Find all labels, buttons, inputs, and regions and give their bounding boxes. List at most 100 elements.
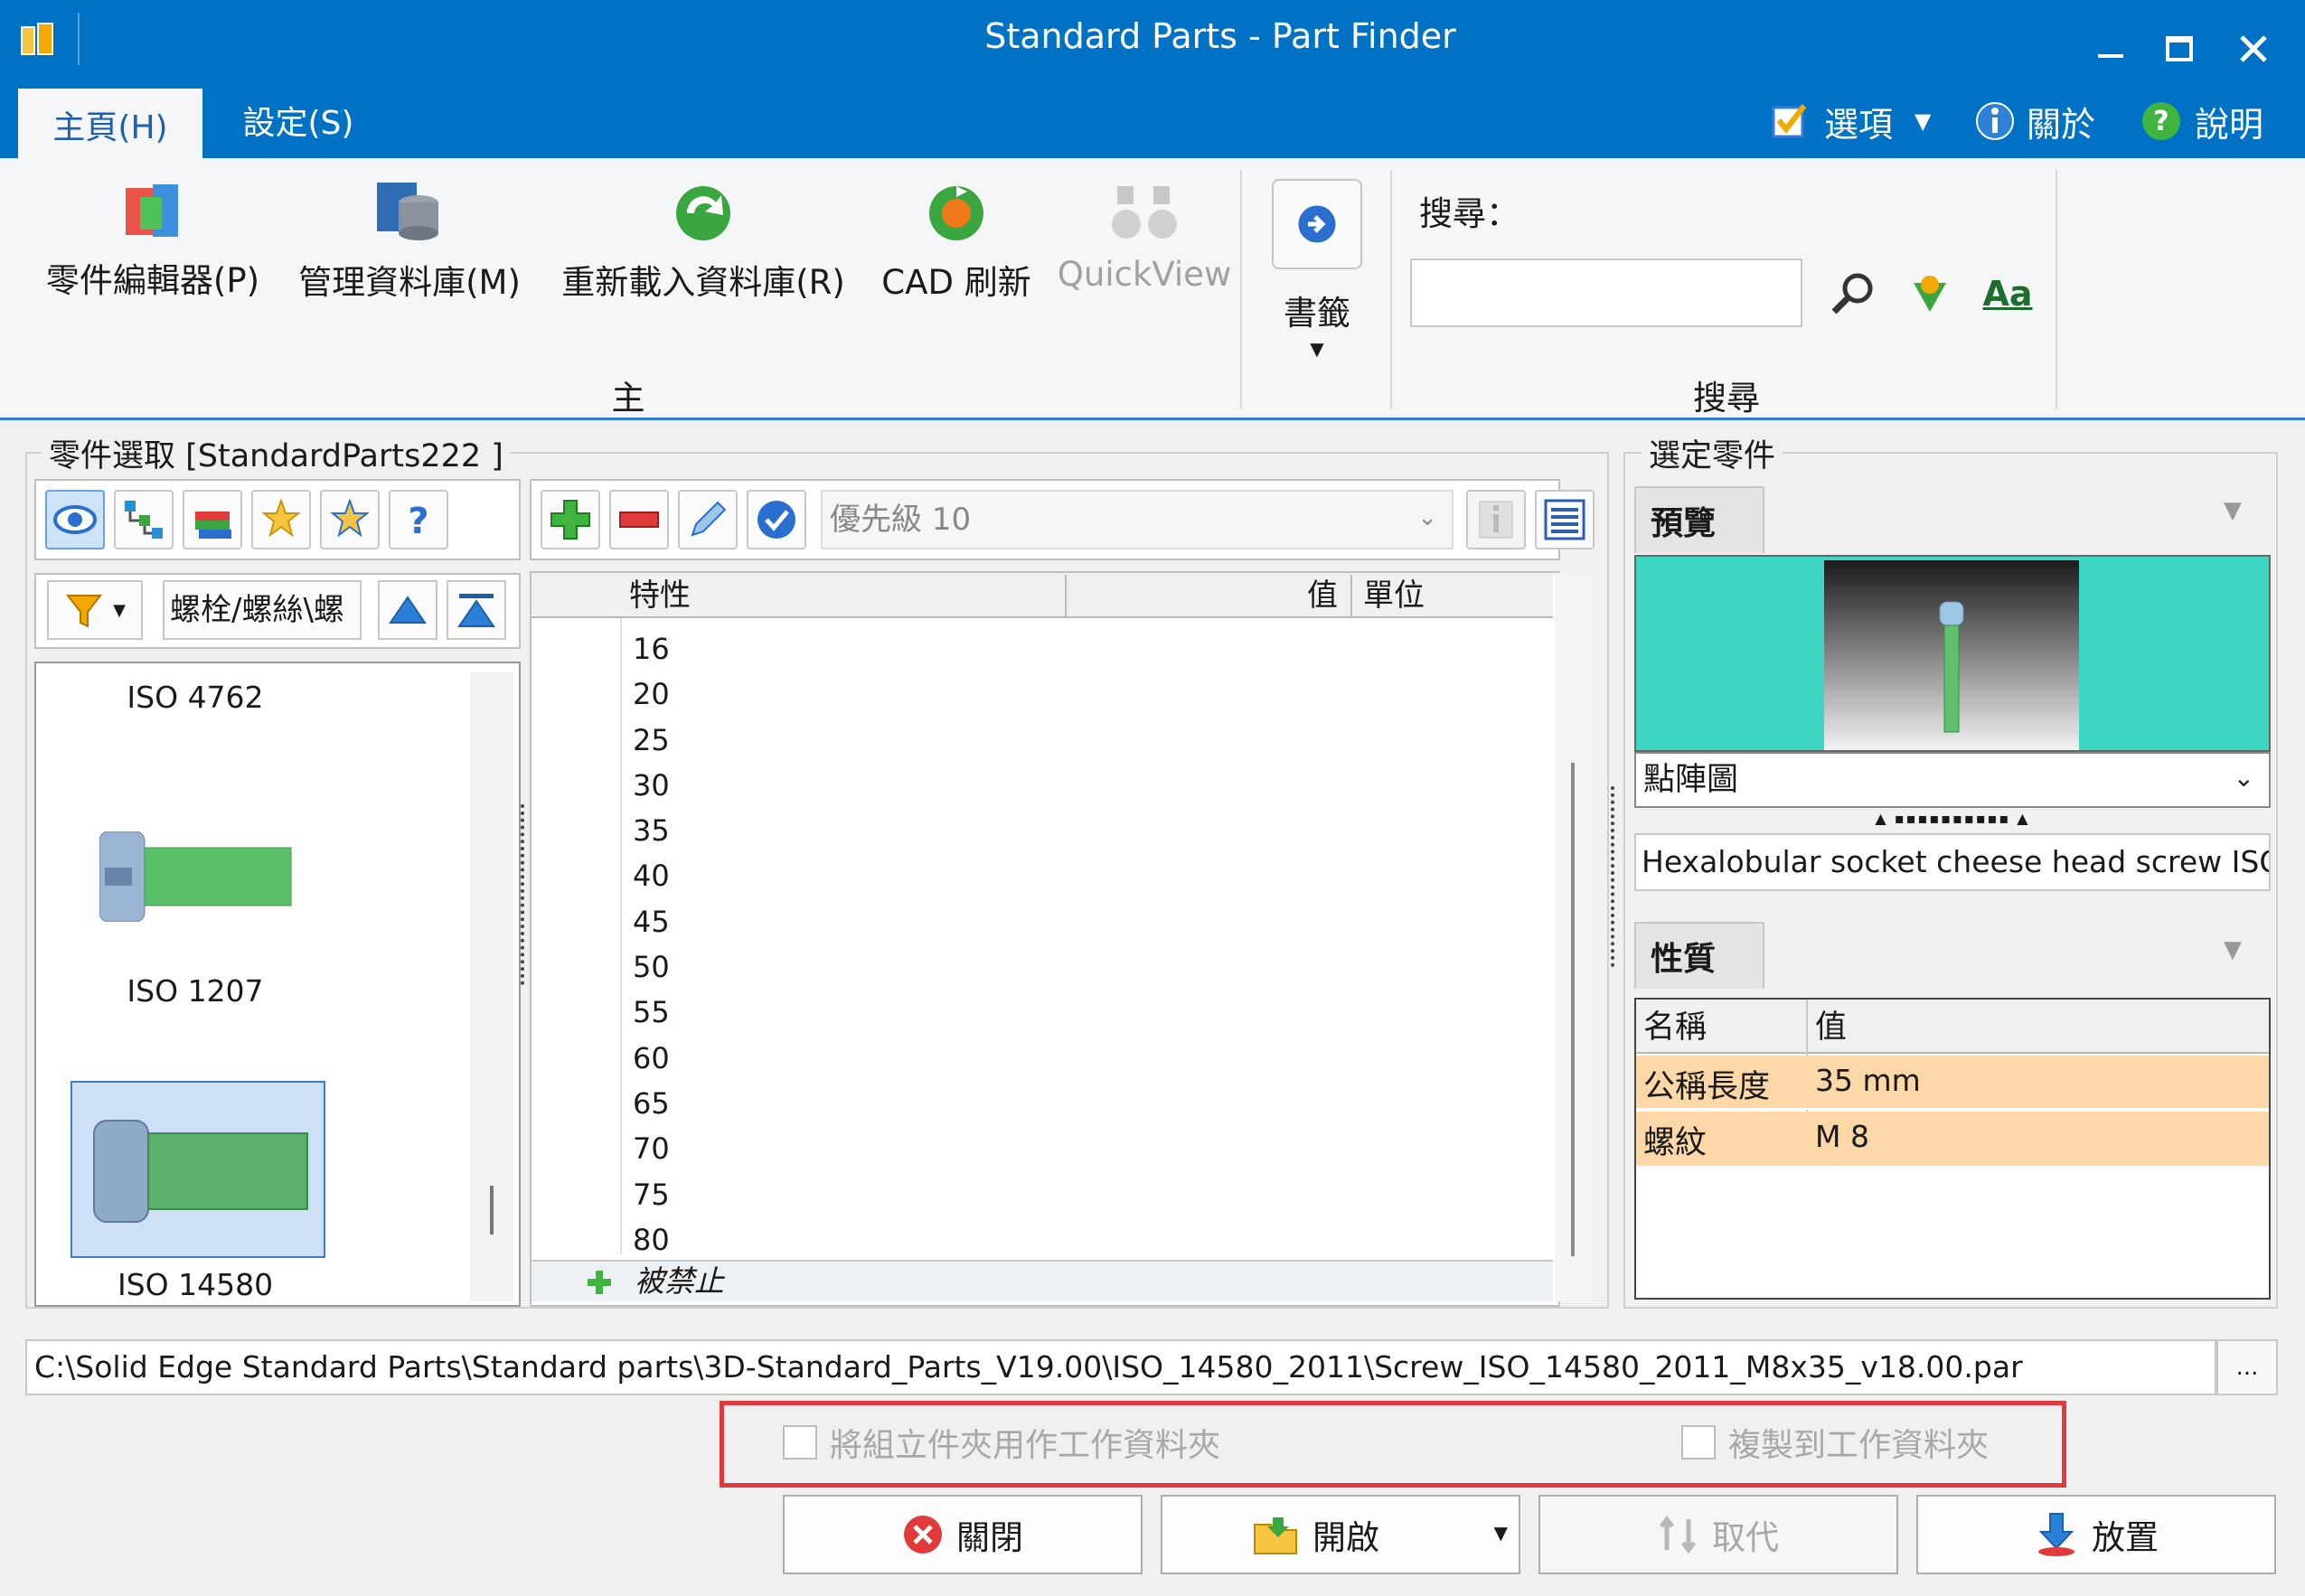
list-item[interactable]: 40	[569, 853, 1383, 898]
preview-collapse-icon[interactable]: ▼	[2224, 497, 2242, 524]
filter-button[interactable]: ▼	[47, 580, 143, 640]
splitter-right[interactable]	[1611, 786, 1618, 967]
replace-button-label: 取代	[1712, 1518, 1779, 1557]
list-item[interactable]: 30	[569, 763, 1383, 808]
use-assembly-folder-checkbox[interactable]	[783, 1425, 817, 1460]
maximize-button[interactable]	[2148, 22, 2211, 76]
add-button[interactable]	[541, 490, 600, 549]
search-filter-button[interactable]	[1898, 262, 1962, 325]
info-list-button[interactable]	[1466, 490, 1526, 549]
part-description: Hexalobular socket cheese head screw ISO…	[1634, 833, 2271, 891]
list-item[interactable]: 35	[569, 808, 1383, 853]
reload-icon	[676, 186, 730, 240]
copy-to-work-checkbox[interactable]	[1681, 1425, 1716, 1460]
list-view-button[interactable]	[1535, 490, 1595, 549]
arrow-circle-icon	[1295, 202, 1339, 246]
quickview-button[interactable]: QuickView	[1054, 179, 1235, 294]
place-button[interactable]: 放置	[1916, 1495, 2276, 1574]
apply-button[interactable]	[747, 490, 806, 549]
splitter-left[interactable]	[521, 804, 528, 985]
part-label-iso-14580[interactable]: ISO 14580	[72, 1267, 318, 1302]
part-label-iso-4762[interactable]: ISO 4762	[72, 680, 318, 715]
bookmark-button[interactable]: 書籤 ▼	[1264, 179, 1370, 360]
list-item[interactable]: 16	[569, 626, 1383, 671]
open-dropdown-icon[interactable]: ▼	[1494, 1522, 1508, 1544]
eye-icon	[53, 505, 97, 534]
add-row-icon	[588, 1271, 611, 1294]
part-label-iso-1207[interactable]: ISO 1207	[72, 973, 318, 1009]
stars-icon	[261, 498, 301, 538]
search-button[interactable]	[1824, 264, 1882, 322]
table-row[interactable]: 公稱長度 35 mm	[1636, 1056, 2269, 1110]
file-path-field[interactable]: C:\Solid Edge Standard Parts\Standard pa…	[25, 1339, 2216, 1395]
part-thumbnail-iso-1207[interactable]	[99, 831, 298, 923]
screw-icon	[99, 831, 292, 923]
tab-home[interactable]: 主頁(H)	[18, 89, 202, 161]
list-item[interactable]: 55	[569, 990, 1383, 1035]
close-button[interactable]: 關閉	[783, 1495, 1143, 1574]
move-top-button[interactable]	[447, 580, 506, 640]
list-item[interactable]: 65	[569, 1081, 1383, 1126]
part-thumbnail-iso-14580-selected[interactable]	[71, 1081, 325, 1258]
use-assembly-folder-option[interactable]: 將組立件夾用作工作資料夾	[783, 1419, 1220, 1466]
cad-refresh-button[interactable]: CAD 刷新	[875, 179, 1038, 304]
column-divider	[1065, 575, 1067, 616]
help-list-button[interactable]: ?	[389, 490, 448, 549]
parts-list-scrollbar[interactable]	[470, 672, 513, 1301]
list-item[interactable]: 60	[569, 1036, 1383, 1081]
browse-button[interactable]: ...	[2216, 1339, 2278, 1395]
structure-button[interactable]	[114, 490, 174, 549]
column-property[interactable]: 特性	[629, 575, 691, 616]
remove-button[interactable]	[609, 490, 669, 549]
list-item[interactable]: 70	[569, 1126, 1383, 1171]
open-button-main[interactable]: 開啟	[1162, 1497, 1470, 1573]
reload-database-button[interactable]: 重新載入資料庫(R)	[550, 179, 857, 304]
new-row[interactable]: 被禁止	[532, 1260, 1553, 1301]
manage-database-button[interactable]: 管理資料庫(M)	[287, 179, 532, 304]
list-item[interactable]: 50	[569, 944, 1383, 990]
move-up-button[interactable]	[378, 580, 437, 640]
close-window-button[interactable]	[2218, 22, 2289, 76]
favorites-button[interactable]	[320, 490, 380, 549]
properties-tab[interactable]: 性質	[1634, 922, 1764, 989]
preview-splitter[interactable]: ▲ ▪▪▪▪▪▪▪▪▪▪ ▲	[1862, 810, 2043, 827]
replace-icon	[1660, 1515, 1696, 1554]
list-item[interactable]: 45	[569, 899, 1383, 944]
prop-col-value[interactable]: 值	[1815, 1005, 1847, 1050]
list-item[interactable]: 75	[569, 1172, 1383, 1217]
filter-path[interactable]: 螺栓/螺絲\螺	[163, 580, 362, 640]
options-menu[interactable]: 選項 ▼	[1770, 94, 1931, 148]
app-icon[interactable]	[18, 20, 58, 60]
grid-scrollbar[interactable]	[1555, 573, 1591, 1301]
table-row[interactable]: 螺紋 M 8	[1636, 1112, 2269, 1166]
minimize-button[interactable]	[2079, 22, 2142, 76]
tab-settings[interactable]: 設定(S)	[217, 89, 380, 152]
match-case-button[interactable]: Aa	[1976, 262, 2039, 325]
open-button[interactable]: 開啟 ▼	[1161, 1495, 1520, 1574]
close-circle-icon	[904, 1516, 942, 1554]
view-mode-select[interactable]: 點陣圖 ⌄	[1634, 752, 2271, 808]
column-unit[interactable]: 單位	[1363, 575, 1425, 616]
help-button[interactable]: ? 說明	[2140, 94, 2263, 148]
view-button[interactable]	[45, 490, 105, 549]
window-title: Standard Parts - Part Finder	[984, 16, 1456, 56]
grid-scrollbar-thumb[interactable]	[1571, 763, 1575, 1256]
prop-col-name[interactable]: 名稱	[1643, 1005, 1707, 1050]
priority-select[interactable]: 優先級 10 ⌄	[821, 490, 1454, 549]
part-editor-button[interactable]: 零件編輯器(P)	[31, 179, 275, 302]
favorites-list-button[interactable]	[251, 490, 311, 549]
list-item[interactable]: 80	[569, 1217, 1383, 1263]
properties-collapse-icon[interactable]: ▼	[2224, 936, 2242, 963]
properties-header	[1636, 1000, 2269, 1054]
scrollbar-thumb[interactable]	[490, 1186, 494, 1235]
search-input[interactable]	[1410, 258, 1802, 327]
list-item[interactable]: 20	[569, 671, 1383, 717]
copy-to-work-option[interactable]: 複製到工作資料夾	[1681, 1419, 1989, 1466]
preview-tab[interactable]: 預覽	[1634, 486, 1764, 553]
about-button[interactable]: 關於	[1974, 94, 2095, 148]
edit-button[interactable]	[678, 490, 738, 549]
column-value[interactable]: 值	[1307, 575, 1338, 616]
library-button[interactable]	[183, 490, 242, 549]
replace-button[interactable]: 取代	[1538, 1495, 1898, 1574]
list-item[interactable]: 25	[569, 718, 1383, 763]
